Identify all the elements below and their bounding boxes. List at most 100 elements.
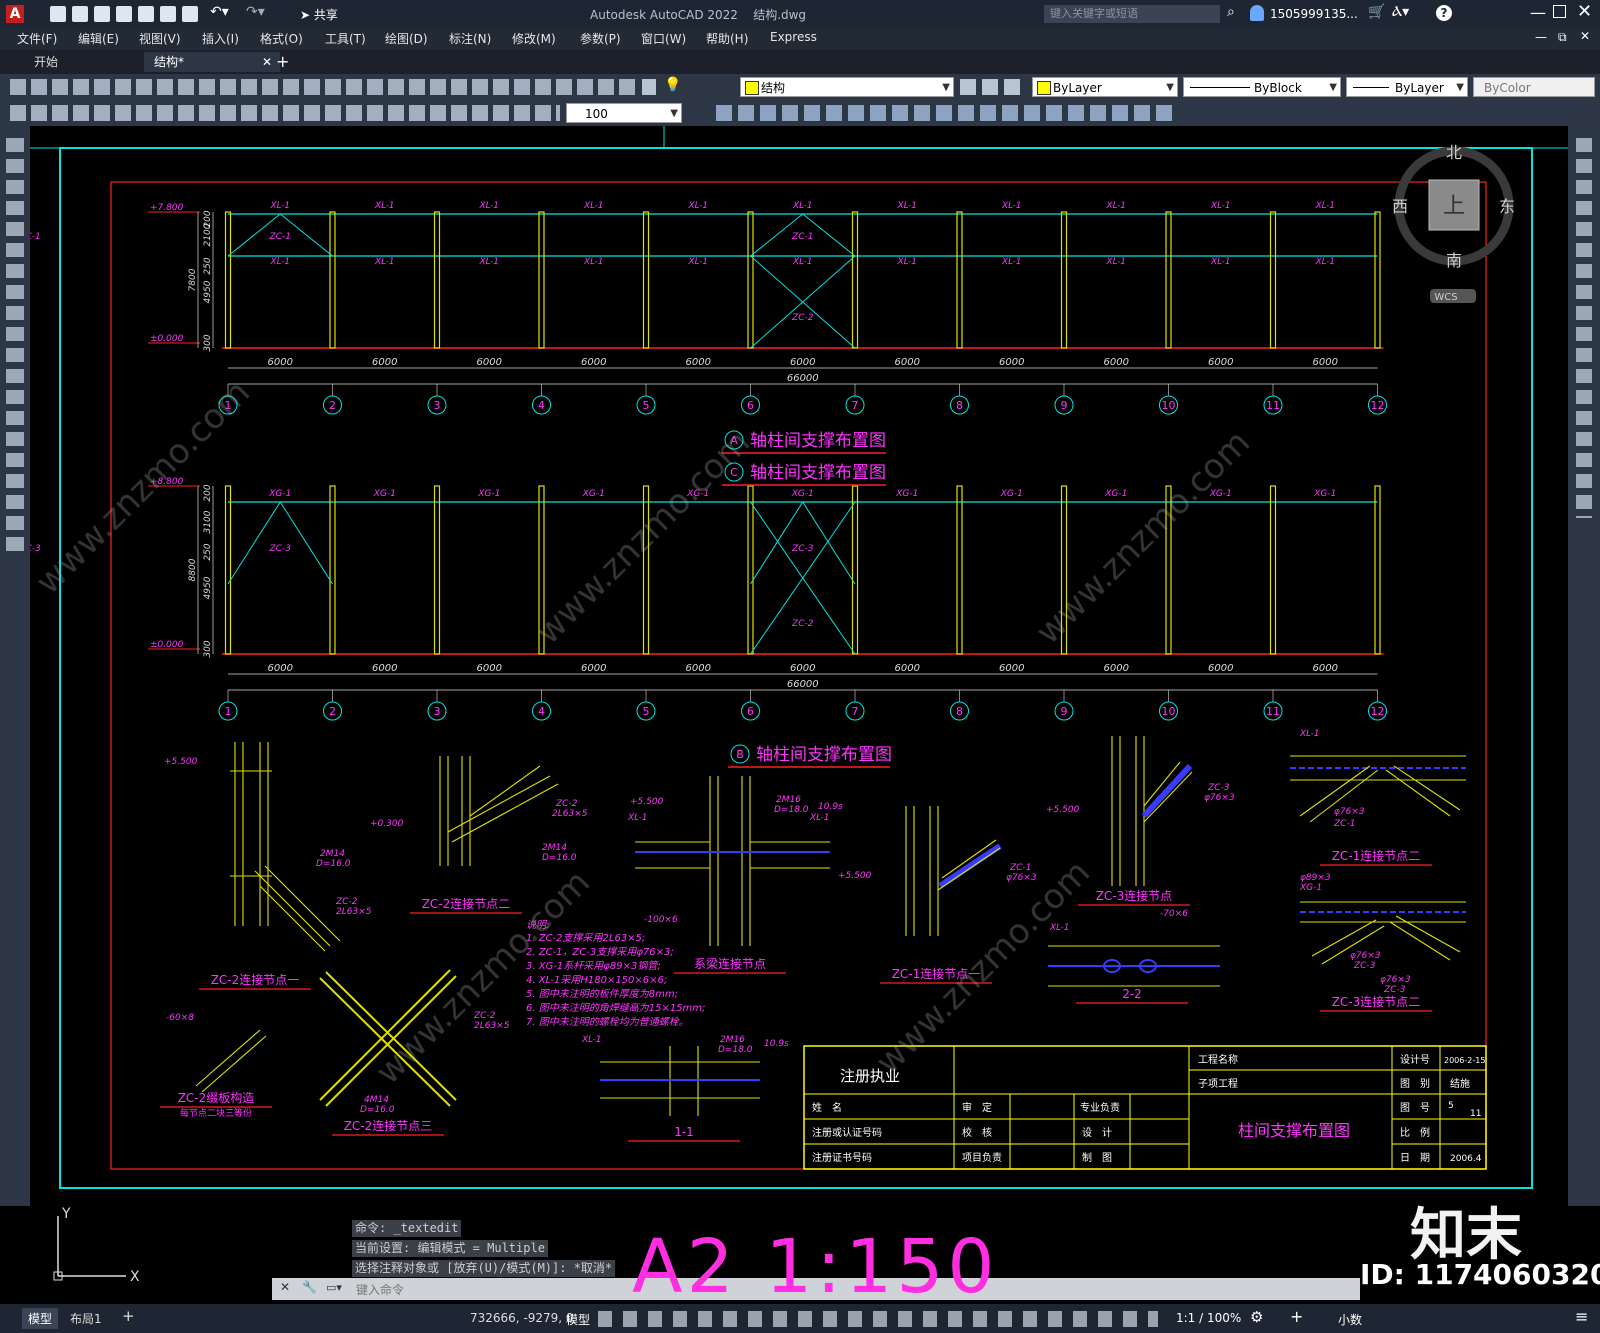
column: [224, 211, 232, 349]
a360-icon[interactable]: Ⲁ▾: [1392, 4, 1409, 20]
color-swatch: [1037, 81, 1051, 95]
print-icon[interactable]: [182, 6, 198, 22]
help-icon[interactable]: ?: [1436, 5, 1452, 21]
user-icon[interactable]: [1250, 5, 1264, 21]
units-readout[interactable]: 小数: [1338, 1311, 1362, 1328]
menu-tools[interactable]: 工具(T): [325, 30, 366, 47]
doc-close-icon[interactable]: ✕: [1580, 29, 1590, 43]
lightbulb-icon[interactable]: 💡: [664, 77, 681, 93]
menu-edit[interactable]: 编辑(E): [78, 30, 119, 47]
menu-express[interactable]: Express: [770, 30, 817, 44]
tab-layout1[interactable]: 布局1: [70, 1310, 102, 1327]
layer-dropdown[interactable]: 结构 ▼: [740, 77, 954, 97]
bay-dimension: 6000: [268, 357, 293, 368]
doc-minimize-icon[interactable]: —: [1535, 30, 1547, 44]
new-tab-icon[interactable]: +: [276, 52, 289, 71]
tb-sub-project: 子项工程: [1198, 1078, 1238, 1090]
beam-label: XL-1: [1106, 201, 1126, 211]
share-button[interactable]: ➤ 共享: [300, 6, 338, 23]
user-name[interactable]: 1505999135...: [1270, 7, 1358, 21]
plotstyle-dropdown[interactable]: ByColor: [1473, 77, 1595, 97]
menu-window[interactable]: 窗口(W): [641, 30, 686, 47]
annotation-scale[interactable]: 1:1 / 100%: [1176, 1311, 1241, 1325]
detail-annotation: +5.500: [630, 797, 664, 807]
menu-format[interactable]: 格式(O): [260, 30, 303, 47]
tab-model[interactable]: 模型: [22, 1308, 59, 1329]
layer-color-swatch: [745, 81, 759, 95]
color-dropdown[interactable]: ByLayer ▼: [1032, 77, 1178, 97]
settings-icon[interactable]: ⚙: [1250, 1308, 1263, 1326]
save-icon[interactable]: [94, 6, 110, 22]
minimize-icon[interactable]: —: [1530, 3, 1546, 22]
viewcube-west[interactable]: 西: [1392, 197, 1408, 216]
viewcube[interactable]: 上 北 南 西 东 WCS: [1392, 143, 1515, 303]
command-input[interactable]: 键入命令: [356, 1281, 404, 1298]
open-icon[interactable]: [72, 6, 88, 22]
search-box[interactable]: 键入关键字或短语: [1044, 5, 1220, 23]
redo-icon[interactable]: ↷▾: [246, 4, 265, 20]
close-icon[interactable]: ✕: [1577, 1, 1592, 22]
add-layout-icon[interactable]: +: [122, 1307, 135, 1325]
wcs-label[interactable]: WCS: [1434, 292, 1457, 303]
publish-icon[interactable]: [138, 6, 154, 22]
detail-member: [201, 1035, 267, 1093]
linetype-dropdown[interactable]: ByBlock ▼: [1183, 77, 1341, 97]
bay-dimension: 6000: [1313, 357, 1338, 368]
undo-icon[interactable]: ↶▾: [210, 4, 229, 20]
drawing-svg[interactable]: XL-1 XL-1 6000 XL-1 XL-1 6000 XL-1 XL-1 6000 XL-1…: [30, 126, 1568, 1206]
strut-label: XL-1: [1001, 257, 1021, 267]
search-icon[interactable]: ⌕: [1227, 4, 1235, 20]
menu-modify[interactable]: 修改(M): [512, 30, 556, 47]
customize-icon[interactable]: ≡: [1575, 1307, 1588, 1326]
beam-label: XG-1: [373, 489, 396, 499]
new-icon[interactable]: [50, 6, 66, 22]
chevron-down-icon: ▼: [1456, 82, 1464, 93]
menu-insert[interactable]: 插入(I): [202, 30, 239, 47]
menu-view[interactable]: 视图(V): [139, 30, 181, 47]
viewcube-top[interactable]: 上: [1443, 194, 1465, 219]
viewcube-north[interactable]: 北: [1446, 143, 1462, 162]
axis-number: 7: [852, 705, 859, 718]
command-prompt-icon[interactable]: ▭▾: [326, 1281, 342, 1294]
plot-icon[interactable]: [160, 6, 176, 22]
command-customize-icon[interactable]: 🔧: [302, 1280, 317, 1294]
viewcube-south[interactable]: 南: [1446, 251, 1462, 270]
detail-annotation: φ76×3: [1380, 975, 1411, 985]
drawing-canvas[interactable]: XL-1 XL-1 6000 XL-1 XL-1 6000 XL-1 XL-1 6000 XL-1…: [30, 126, 1568, 1206]
bay-dimension: 6000: [895, 357, 920, 368]
menu-file[interactable]: 文件(F): [17, 30, 57, 47]
cart-icon[interactable]: 🛒: [1368, 4, 1385, 20]
detail-annotation: D=18.0: [718, 1045, 753, 1055]
menu-help[interactable]: 帮助(H): [706, 30, 748, 47]
detail-annotation: φ76×3: [1334, 807, 1365, 817]
beam-label: XG-1: [895, 489, 918, 499]
autocad-logo-icon[interactable]: A: [6, 5, 24, 23]
command-history-line: 当前设置: 编辑模式 = Multiple: [352, 1240, 548, 1257]
menu-dimension[interactable]: 标注(N): [449, 30, 491, 47]
axis-number: 6: [747, 399, 754, 412]
viewcube-east[interactable]: 东: [1499, 197, 1515, 216]
chevron-down-icon: ▼: [1166, 82, 1174, 93]
layer-tools-icon[interactable]: [642, 79, 656, 95]
scale-dropdown[interactable]: 100 ▼: [566, 103, 682, 123]
modify-side-tools: [1576, 138, 1592, 518]
command-close-icon[interactable]: ✕: [280, 1280, 290, 1294]
axis-number: 2: [329, 399, 336, 412]
save-as-icon[interactable]: [116, 6, 132, 22]
coordinates-readout[interactable]: 732666, -9279, 0: [470, 1311, 574, 1325]
maximize-icon[interactable]: [1553, 5, 1566, 18]
lineweight-dropdown[interactable]: ByLayer ▼: [1346, 77, 1468, 97]
tab-structure[interactable]: 结构* ✕: [144, 52, 280, 72]
menu-parametric[interactable]: 参数(P): [580, 30, 621, 47]
note-line: 5. 图中未注明的板件厚度为8mm;: [526, 988, 678, 1000]
space-toggle[interactable]: 模型: [566, 1311, 590, 1328]
layer-name: 结构: [761, 81, 786, 95]
tab-start[interactable]: 开始: [24, 52, 134, 72]
plus-icon[interactable]: +: [1290, 1307, 1303, 1326]
strut-label: XL-1: [1315, 257, 1335, 267]
column: [851, 211, 859, 349]
axis-number: 6: [747, 705, 754, 718]
menu-draw[interactable]: 绘图(D): [385, 30, 428, 47]
tab-close-icon[interactable]: ✕: [262, 52, 272, 72]
doc-restore-icon[interactable]: ⧉: [1558, 30, 1567, 45]
